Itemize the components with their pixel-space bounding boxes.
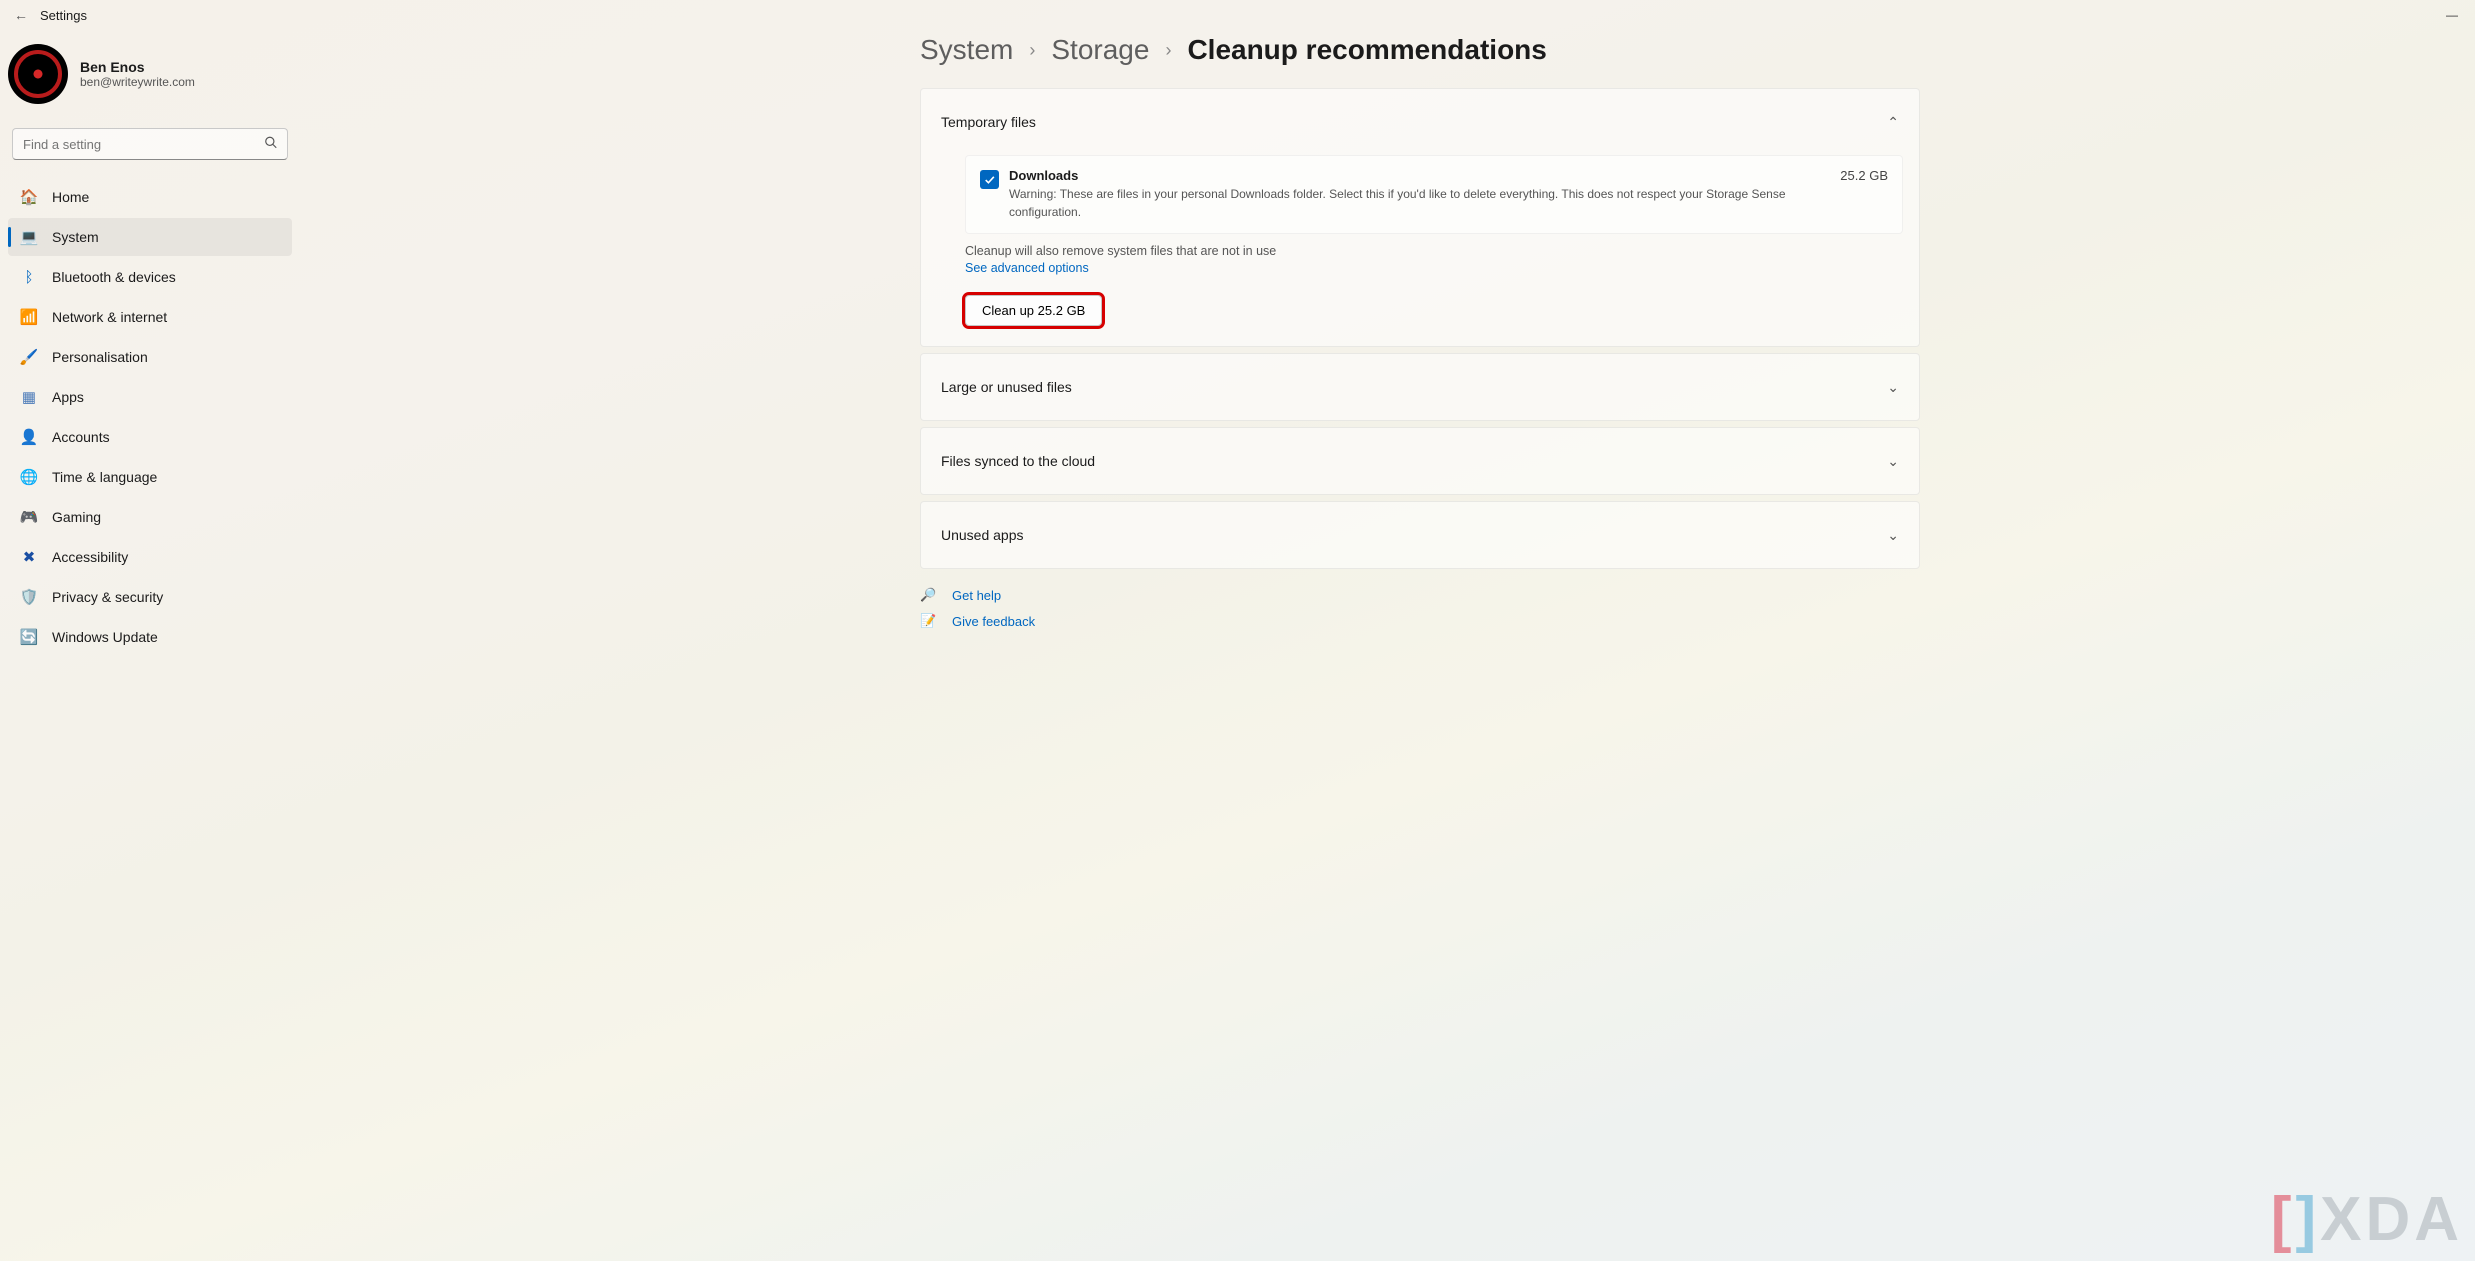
- panel-title: Temporary files: [941, 114, 1036, 130]
- downloads-checkbox[interactable]: [980, 170, 999, 189]
- accounts-icon: 👤: [20, 428, 38, 446]
- privacy-icon: 🛡️: [20, 588, 38, 606]
- help-icon: 🔎: [920, 587, 936, 603]
- downloads-warning: Warning: These are files in your persona…: [1009, 185, 1829, 221]
- gaming-icon: 🎮: [20, 508, 38, 526]
- sidebar-item-bluetooth[interactable]: ᛒ Bluetooth & devices: [8, 258, 292, 296]
- temporary-files-body: Downloads Warning: These are files in yo…: [921, 155, 1919, 346]
- bracket-icon: ]: [2295, 1184, 2320, 1255]
- nav-list: 🏠 Home 💻 System ᛒ Bluetooth & devices 📶 Network…: [8, 178, 292, 656]
- network-icon: 📶: [20, 308, 38, 326]
- cleanup-note: Cleanup will also remove system files th…: [965, 244, 1903, 258]
- profile-block[interactable]: Ben Enos ben@writeywrite.com: [8, 40, 292, 124]
- panel-header-large-files[interactable]: Large or unused files ⌄: [921, 354, 1919, 420]
- panel-title: Large or unused files: [941, 379, 1072, 395]
- downloads-title: Downloads: [1009, 168, 1829, 183]
- back-button[interactable]: ←: [14, 7, 28, 23]
- accessibility-icon: ✖: [20, 548, 38, 566]
- panel-large-files: Large or unused files ⌄: [920, 353, 1920, 421]
- cleanup-button[interactable]: Clean up 25.2 GB: [965, 295, 1102, 326]
- home-icon: 🏠: [20, 188, 38, 206]
- sidebar-item-personalisation[interactable]: 🖌️ Personalisation: [8, 338, 292, 376]
- downloads-card: Downloads Warning: These are files in yo…: [965, 155, 1903, 234]
- sidebar-item-label: Time & language: [52, 469, 157, 485]
- watermark-text: XDA: [2320, 1184, 2463, 1255]
- panel-synced-files: Files synced to the cloud ⌄: [920, 427, 1920, 495]
- bluetooth-icon: ᛒ: [20, 268, 38, 286]
- help-links: 🔎 Get help 📝 Give feedback: [920, 587, 2455, 629]
- profile-name: Ben Enos: [80, 59, 195, 75]
- panel-title: Unused apps: [941, 527, 1024, 543]
- sidebar: Ben Enos ben@writeywrite.com 🏠 Home 💻 Syste…: [0, 40, 300, 656]
- system-icon: 💻: [20, 228, 38, 246]
- watermark: [ ] XDA: [2271, 1184, 2463, 1255]
- personalisation-icon: 🖌️: [20, 348, 38, 366]
- chevron-down-icon: ⌄: [1887, 453, 1899, 470]
- sidebar-item-label: Gaming: [52, 509, 101, 525]
- panel-header-synced-files[interactable]: Files synced to the cloud ⌄: [921, 428, 1919, 494]
- sidebar-item-system[interactable]: 💻 System: [8, 218, 292, 256]
- breadcrumb-system[interactable]: System: [920, 34, 1013, 66]
- panel-header-temporary-files[interactable]: Temporary files ⌃: [921, 89, 1919, 155]
- panel-temporary-files: Temporary files ⌃ Downloads Warning: The…: [920, 88, 1920, 347]
- breadcrumb: System › Storage › Cleanup recommendatio…: [920, 34, 2455, 88]
- sidebar-item-label: Bluetooth & devices: [52, 269, 176, 285]
- page-title: Cleanup recommendations: [1187, 34, 1546, 66]
- sidebar-item-apps[interactable]: ▦ Apps: [8, 378, 292, 416]
- get-help-link[interactable]: Get help: [952, 588, 1001, 603]
- sidebar-item-label: System: [52, 229, 99, 245]
- sidebar-item-label: Privacy & security: [52, 589, 163, 605]
- chevron-down-icon: ⌄: [1887, 379, 1899, 396]
- apps-icon: ▦: [20, 388, 38, 406]
- profile-email: ben@writeywrite.com: [80, 75, 195, 89]
- sidebar-item-network[interactable]: 📶 Network & internet: [8, 298, 292, 336]
- panel-unused-apps: Unused apps ⌄: [920, 501, 1920, 569]
- sidebar-item-label: Apps: [52, 389, 84, 405]
- main-content: System › Storage › Cleanup recommendatio…: [300, 34, 2475, 629]
- sidebar-item-update[interactable]: 🔄 Windows Update: [8, 618, 292, 656]
- chevron-up-icon: ⌃: [1887, 114, 1899, 131]
- panel-title: Files synced to the cloud: [941, 453, 1095, 469]
- advanced-options-link[interactable]: See advanced options: [965, 261, 1089, 275]
- sidebar-item-label: Windows Update: [52, 629, 158, 645]
- breadcrumb-storage[interactable]: Storage: [1051, 34, 1149, 66]
- avatar: [8, 44, 68, 104]
- downloads-size: 25.2 GB: [1840, 168, 1888, 183]
- bracket-icon: [: [2271, 1184, 2296, 1255]
- time-icon: 🌐: [20, 468, 38, 486]
- sidebar-item-gaming[interactable]: 🎮 Gaming: [8, 498, 292, 536]
- search-icon[interactable]: [264, 136, 278, 153]
- sidebar-item-home[interactable]: 🏠 Home: [8, 178, 292, 216]
- sidebar-item-label: Accessibility: [52, 549, 128, 565]
- sidebar-item-time[interactable]: 🌐 Time & language: [8, 458, 292, 496]
- sidebar-item-label: Network & internet: [52, 309, 167, 325]
- panel-header-unused-apps[interactable]: Unused apps ⌄: [921, 502, 1919, 568]
- minimize-button[interactable]: —: [2429, 0, 2475, 30]
- update-icon: 🔄: [20, 628, 38, 646]
- sidebar-item-accessibility[interactable]: ✖ Accessibility: [8, 538, 292, 576]
- search-input[interactable]: [12, 128, 288, 160]
- chevron-right-icon: ›: [1029, 40, 1035, 61]
- feedback-icon: 📝: [920, 613, 936, 629]
- app-title: Settings: [40, 8, 87, 23]
- give-feedback-link[interactable]: Give feedback: [952, 614, 1035, 629]
- sidebar-item-label: Personalisation: [52, 349, 148, 365]
- chevron-down-icon: ⌄: [1887, 527, 1899, 544]
- sidebar-item-label: Accounts: [52, 429, 110, 445]
- search-box: [12, 128, 288, 160]
- give-feedback-row: 📝 Give feedback: [920, 613, 2455, 629]
- sidebar-item-privacy[interactable]: 🛡️ Privacy & security: [8, 578, 292, 616]
- sidebar-item-accounts[interactable]: 👤 Accounts: [8, 418, 292, 456]
- get-help-row: 🔎 Get help: [920, 587, 2455, 603]
- sidebar-item-label: Home: [52, 189, 89, 205]
- chevron-right-icon: ›: [1165, 40, 1171, 61]
